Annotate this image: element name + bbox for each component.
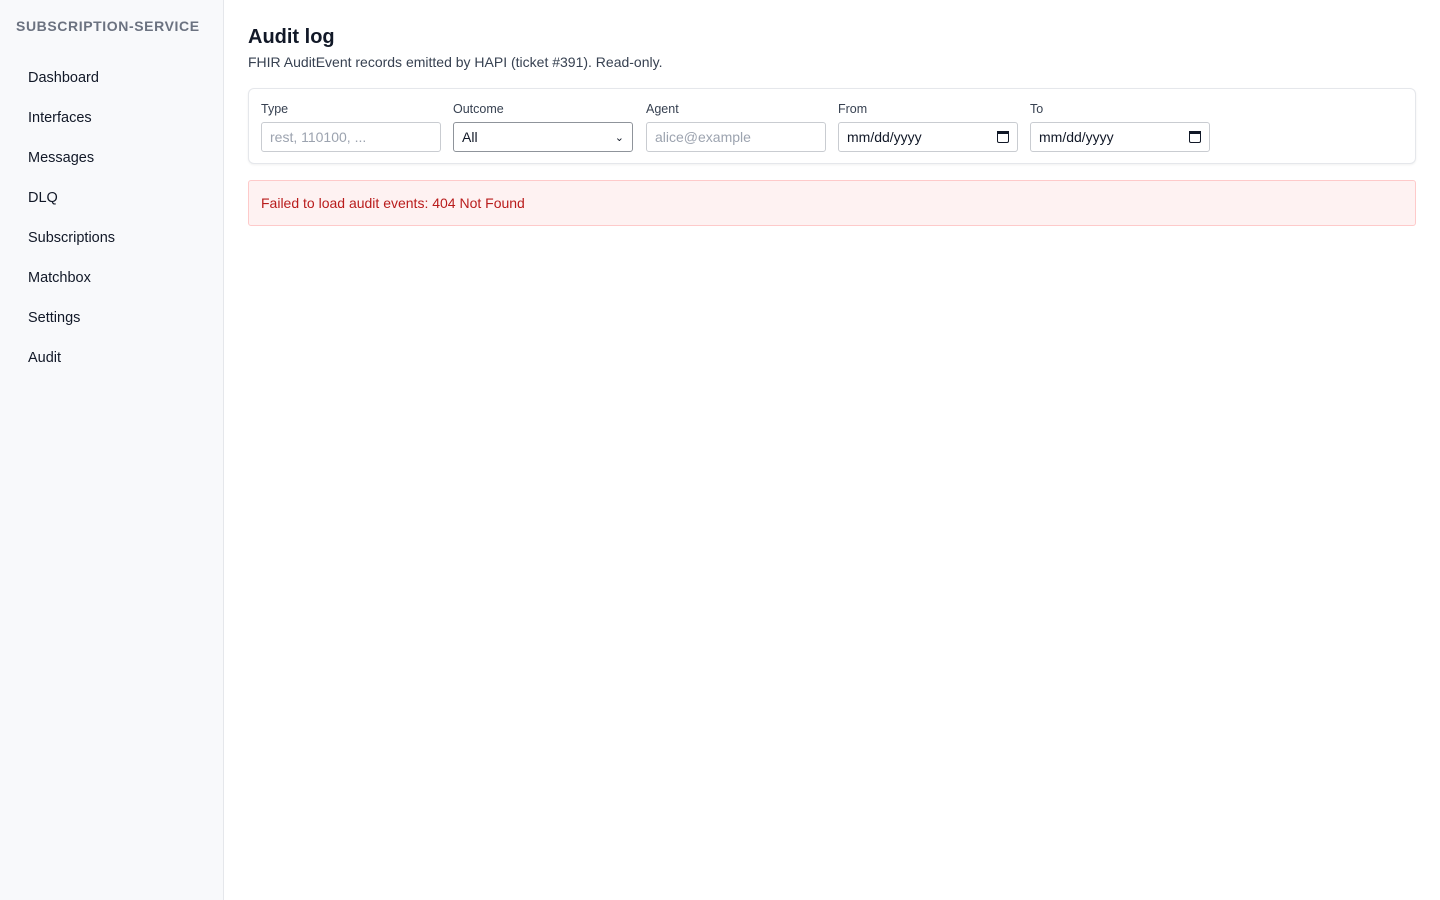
- page-title: Audit log: [248, 26, 335, 48]
- to-date-input[interactable]: mm/dd/yyyy: [1030, 122, 1210, 152]
- sidebar-item-matchbox[interactable]: Matchbox: [0, 258, 223, 298]
- type-input[interactable]: rest, 110100, ...: [261, 122, 441, 152]
- sidebar-item-subscriptions[interactable]: Subscriptions: [0, 218, 223, 258]
- chevron-down-icon: ⌄: [614, 131, 624, 144]
- outcome-filter: Outcome All ⌄: [453, 102, 633, 152]
- agent-filter: Agent alice@example: [646, 102, 826, 152]
- agent-placeholder: alice@example: [655, 129, 751, 145]
- sidebar-item-settings[interactable]: Settings: [0, 298, 223, 338]
- calendar-icon[interactable]: [1189, 131, 1201, 143]
- type-placeholder: rest, 110100, ...: [270, 129, 367, 145]
- agent-label: Agent: [646, 102, 679, 116]
- filter-panel: Type rest, 110100, ... Outcome All ⌄ Age…: [248, 88, 1416, 164]
- sidebar-item-dashboard[interactable]: Dashboard: [0, 58, 223, 98]
- outcome-value: All: [462, 129, 478, 145]
- app-brand: SUBSCRIPTION-SERVICE: [16, 18, 200, 34]
- sidebar: SUBSCRIPTION-SERVICE Dashboard Interface…: [0, 0, 224, 900]
- agent-input[interactable]: alice@example: [646, 122, 826, 152]
- sidebar-item-audit[interactable]: Audit: [0, 338, 223, 378]
- sidebar-item-messages[interactable]: Messages: [0, 138, 223, 178]
- from-date-placeholder: mm/dd/yyyy: [847, 129, 922, 145]
- type-label: Type: [261, 102, 289, 116]
- from-date-input[interactable]: mm/dd/yyyy: [838, 122, 1018, 152]
- from-filter: From mm/dd/yyyy: [838, 102, 1018, 152]
- outcome-select[interactable]: All ⌄: [453, 122, 633, 152]
- error-alert: Failed to load audit events: 404 Not Fou…: [248, 180, 1416, 226]
- sidebar-item-dlq[interactable]: DLQ: [0, 178, 223, 218]
- from-label: From: [838, 102, 868, 116]
- to-filter: To mm/dd/yyyy: [1030, 102, 1210, 152]
- type-filter: Type rest, 110100, ...: [261, 102, 441, 152]
- outcome-label: Outcome: [453, 102, 504, 116]
- sidebar-nav: Dashboard Interfaces Messages DLQ Subscr…: [0, 58, 223, 378]
- to-label: To: [1030, 102, 1044, 116]
- calendar-icon[interactable]: [997, 131, 1009, 143]
- page-subtitle: FHIR AuditEvent records emitted by HAPI …: [248, 54, 663, 70]
- to-date-placeholder: mm/dd/yyyy: [1039, 129, 1114, 145]
- sidebar-item-interfaces[interactable]: Interfaces: [0, 98, 223, 138]
